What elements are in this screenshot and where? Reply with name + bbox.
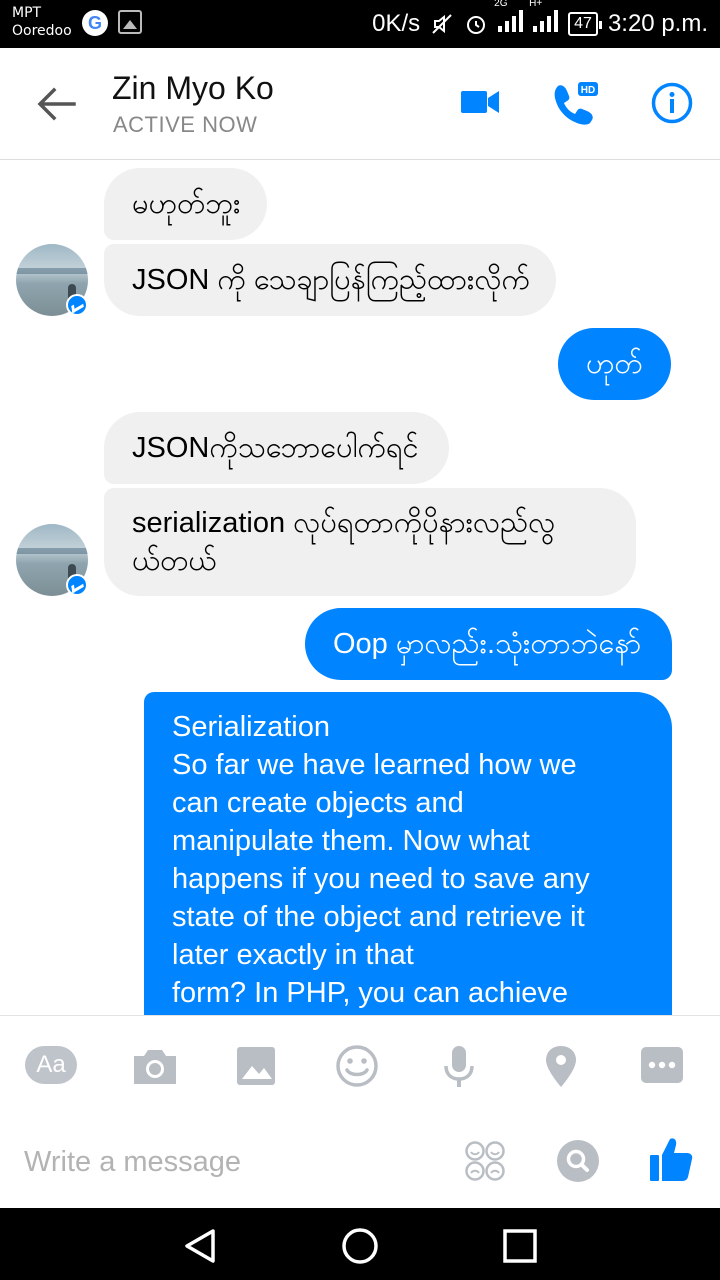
microphone-icon[interactable] [434, 1044, 484, 1088]
stickers-icon[interactable] [464, 1140, 508, 1184]
message-text: ဟုတ် [586, 348, 643, 380]
thumbs-up-icon[interactable] [648, 1135, 694, 1183]
nav-back-icon[interactable] [180, 1226, 220, 1266]
back-button[interactable] [34, 82, 78, 126]
clock: 3:20 p.m. [607, 10, 708, 37]
message-text-line: So far we have learned how we [172, 749, 577, 781]
outgoing-message[interactable]: Serialization So far we have learned how… [144, 692, 672, 1015]
signal-strength-icon-1 [498, 9, 524, 32]
conversation-header: Zin Myo Ko ACTIVE NOW HD [0, 48, 720, 160]
system-navigation-bar [0, 1208, 720, 1280]
message-text-line: later exactly in that [172, 939, 414, 971]
location-pin-icon[interactable] [536, 1044, 586, 1088]
voice-call-button[interactable]: HD [552, 82, 600, 126]
battery-indicator: 47 [568, 12, 602, 36]
message-thread[interactable]: မဟုတ်ဘူး JSON ကို သေချာပြန်ကြည့်ထားလိုက်… [0, 160, 720, 1015]
network-h-label: H+ [529, 0, 543, 9]
mute-icon [432, 14, 452, 34]
search-icon[interactable] [556, 1139, 600, 1183]
message-input[interactable] [24, 1140, 444, 1184]
network-2g-label: 2G [494, 0, 508, 9]
network-speed: 0K/s [372, 10, 421, 37]
carrier-name-secondary: Ooredoo [12, 23, 72, 39]
message-text: Oop မှာလည်း.သုံးတာဘဲနော် [333, 628, 642, 660]
image-icon[interactable] [232, 1044, 282, 1088]
messenger-badge-icon [66, 294, 88, 316]
camera-icon[interactable] [130, 1044, 180, 1088]
more-icon[interactable] [638, 1044, 688, 1088]
smiley-icon[interactable] [333, 1044, 383, 1088]
carrier-info: MPT Ooredoo [12, 4, 72, 40]
composer: Aa [0, 1015, 720, 1208]
message-text-line: ယ်တယ် [132, 545, 217, 577]
message-text-line: manipulate them. Now what [172, 825, 530, 857]
nav-recents-icon[interactable] [500, 1226, 540, 1266]
alarm-icon [467, 16, 486, 34]
status-bar: MPT Ooredoo G 0K/s 2G H+ 47 3:20 p.m. [0, 0, 720, 48]
info-button[interactable] [651, 82, 693, 124]
message-text-line: happens if you need to save any [172, 863, 590, 895]
status-indicators: 0K/s 2G H+ 47 3:20 p.m. [372, 0, 708, 48]
active-status: ACTIVE NOW [113, 112, 258, 137]
message-text-line: Serialization [172, 711, 330, 743]
incoming-message[interactable]: မဟုတ်ဘူး [104, 168, 267, 240]
svg-text:HD: HD [581, 85, 595, 96]
contact-name[interactable]: Zin Myo Ko [112, 70, 274, 107]
nav-home-icon[interactable] [340, 1226, 380, 1266]
outgoing-message[interactable]: Oop မှာလည်း.သုံးတာဘဲနော် [305, 608, 672, 680]
incoming-message[interactable]: JSON ကို သေချာပြန်ကြည့်ထားလိုက် [104, 244, 556, 316]
incoming-message[interactable]: JSONကိုသဘောပေါက်ရင် [104, 412, 449, 484]
message-text: JSONကိုသဘောပေါက်ရင် [132, 432, 419, 464]
text-format-button[interactable]: Aa [25, 1046, 77, 1084]
google-icon: G [82, 10, 108, 36]
outgoing-message[interactable]: ဟုတ် [558, 328, 671, 400]
message-text: မဟုတ်ဘူး [132, 188, 241, 220]
incoming-message[interactable]: serialization လုပ်ရတာကိုပိုနားလည်လွ ယ်တယ… [104, 488, 636, 596]
message-text-line: form? In PHP, you can achieve [172, 977, 569, 1009]
message-text-line: serialization လုပ်ရတာကိုပိုနားလည်လွ [132, 507, 556, 539]
message-text: JSON ကို သေချာပြန်ကြည့်ထားလိုက် [132, 264, 530, 296]
signal-strength-icon-2 [533, 9, 559, 32]
messenger-badge-icon [66, 574, 88, 596]
video-call-button[interactable] [460, 82, 500, 122]
message-text-line: can create objects and [172, 787, 464, 819]
gallery-notification-icon [118, 10, 142, 34]
carrier-name-primary: MPT [12, 5, 42, 21]
message-text-line: state of the object and retrieve it [172, 901, 585, 933]
